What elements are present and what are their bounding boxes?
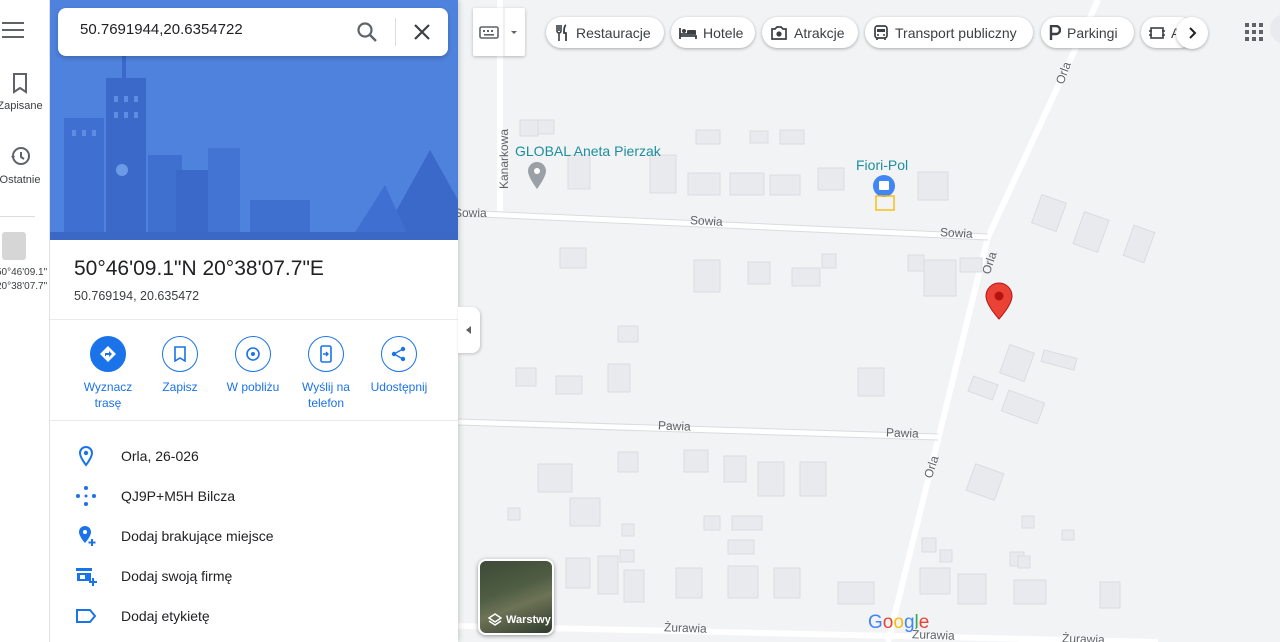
chip-label: Restauracje [576, 24, 651, 41]
plus-code-row[interactable]: QJ9P+M5H Bilcza [50, 476, 458, 516]
atm-icon [1149, 26, 1165, 39]
poi-label-fiori-pol[interactable]: Fiori-Pol [856, 157, 908, 173]
camera-icon [771, 25, 787, 40]
search-divider [395, 18, 396, 46]
street-label-sowia: Sowia [689, 213, 724, 229]
chip-label: Parkingi [1067, 24, 1118, 41]
recent-thumbnail [2, 232, 26, 260]
chip-restaurants[interactable]: Restauracje [546, 17, 664, 48]
save-label: Zapisz [162, 380, 198, 394]
street-label-sowia-2: Sowia [939, 225, 974, 241]
action-bar: Wyznacz trasę Zapisz W pobliżu Wyślij na… [70, 336, 450, 416]
label-icon [76, 609, 97, 623]
divider [50, 420, 458, 421]
street-label-sowia-left: Sowia [458, 206, 487, 220]
add-business-row[interactable]: Dodaj swoją firmę [50, 556, 458, 596]
chip-hotels[interactable]: Hotele [671, 17, 755, 48]
map-canvas[interactable]: Orla Kanarkowa Sowia Sowia Sowia Orla Pa… [458, 0, 1280, 642]
left-rail: Zapisane Ostatnie 50°46'09.1" 20°38'07.7… [0, 0, 50, 642]
saved-button[interactable]: Zapisane [0, 72, 49, 112]
poi-pin-fiori-pol[interactable] [873, 175, 895, 211]
chips-next-button[interactable] [1176, 17, 1208, 49]
chip-public-transport[interactable]: Transport publiczny [865, 17, 1033, 48]
rail-divider [0, 216, 35, 217]
recent-label: Ostatnie [0, 174, 41, 186]
dropdown-arrow-icon [511, 31, 517, 34]
bookmark-icon [13, 73, 27, 94]
keyboard-icon [479, 26, 499, 39]
chip-parking[interactable]: Parkingi [1041, 17, 1134, 48]
add-label-row[interactable]: Dodaj etykietę [50, 596, 458, 636]
add-business-icon [76, 568, 97, 586]
nearby-icon [246, 347, 260, 361]
chevron-right-icon [1189, 27, 1197, 39]
dropped-pin-marker[interactable] [985, 282, 1013, 320]
hotel-icon [679, 27, 697, 39]
layers-icon [488, 613, 502, 626]
add-label-text: Dodaj etykietę [121, 608, 210, 624]
send-to-phone-button[interactable]: Wyślij na telefon [288, 336, 364, 411]
layers-button[interactable]: Warstwy [478, 559, 554, 635]
divider [50, 319, 458, 320]
share-icon [391, 346, 406, 362]
menu-icon[interactable] [2, 22, 24, 43]
transit-icon [874, 24, 888, 40]
input-tools-button[interactable] [473, 8, 525, 56]
search-icon[interactable] [354, 19, 380, 45]
layers-label: Warstwy [506, 614, 551, 626]
place-title: 50°46'09.1"N 20°38'07.7"E [74, 257, 324, 280]
address-row[interactable]: Orla, 26-026 [50, 436, 458, 476]
street-label-zurawia: Żurawia [663, 620, 707, 636]
history-icon [11, 147, 30, 165]
send-to-phone-icon [320, 345, 332, 363]
add-place-icon [79, 526, 96, 546]
google-logo: Google [868, 612, 930, 633]
nearby-button[interactable]: W pobliżu [215, 336, 291, 395]
plus-code-text: QJ9P+M5H Bilcza [121, 488, 235, 504]
poi-label-global[interactable]: GLOBAL Aneta Pierzak [515, 143, 661, 159]
parking-icon [1049, 24, 1061, 40]
restaurant-icon [556, 23, 567, 41]
recent-place-item[interactable]: 50°46'09.1" 20°38'07.7" [0, 232, 48, 294]
plus-code-icon [76, 486, 96, 506]
apps-grid-icon[interactable] [1244, 22, 1264, 42]
send-to-phone-label: Wyślij na telefon [302, 380, 350, 410]
poi-pin-global[interactable] [528, 162, 546, 189]
chip-label: Transport publiczny [895, 24, 1017, 41]
recent-place-lng: 20°38'07.7" [0, 281, 48, 292]
saved-label: Zapisane [0, 100, 43, 112]
street-label-pawia: Pawia [657, 418, 691, 434]
street-label-kanarkowa: Kanarkowa [497, 128, 512, 190]
save-button[interactable]: Zapisz [142, 336, 218, 395]
chip-label: Atrakcje [794, 24, 845, 41]
chevron-left-icon [466, 326, 471, 334]
search-input[interactable] [80, 21, 340, 38]
recent-place-lat: 50°46'09.1" [0, 267, 48, 278]
nearby-label: W pobliżu [226, 380, 280, 394]
directions-icon [100, 346, 116, 362]
search-box [58, 8, 448, 56]
chip-attractions[interactable]: Atrakcje [762, 17, 858, 48]
add-missing-place-row[interactable]: Dodaj brakujące miejsce [50, 516, 458, 556]
directions-button[interactable]: Wyznacz trasę [70, 336, 146, 411]
close-icon[interactable] [410, 20, 434, 44]
add-business-text: Dodaj swoją firmę [121, 568, 233, 584]
chip-label: Hotele [703, 24, 744, 41]
place-decimal-coords[interactable]: 50.769194, 20.635472 [74, 289, 199, 303]
add-missing-place-text: Dodaj brakujące miejsce [121, 528, 274, 544]
share-button[interactable]: Udostępnij [361, 336, 437, 395]
bookmark-icon [174, 346, 186, 362]
share-label: Udostępnij [370, 380, 428, 394]
directions-label: Wyznacz trasę [83, 380, 133, 410]
recent-button[interactable]: Ostatnie [0, 144, 49, 186]
place-panel: 50°46'09.1"N 20°38'07.7"E 50.769194, 20.… [50, 0, 458, 642]
street-label-zurawia-3: Żurawia [1061, 631, 1105, 642]
location-pin-icon [78, 445, 94, 467]
street-label-pawia-2: Pawia [885, 425, 919, 441]
collapse-panel-button[interactable] [458, 307, 480, 353]
address-text: Orla, 26-026 [121, 448, 199, 464]
